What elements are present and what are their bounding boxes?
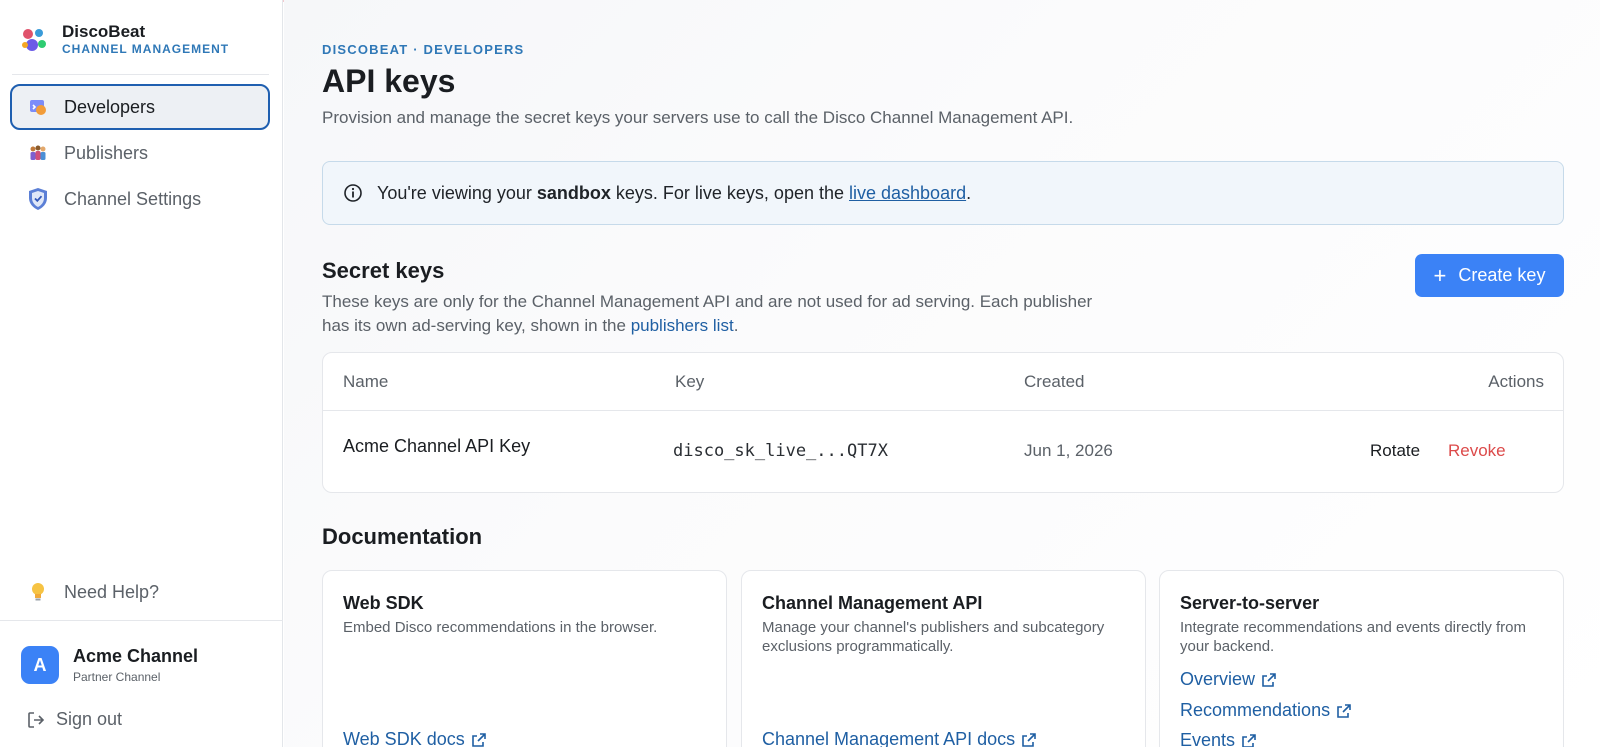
user-role: Partner Channel (73, 670, 161, 684)
key-name: Acme Channel API Key (343, 436, 531, 456)
brand-name: DiscoBeat (62, 22, 146, 41)
overview-link[interactable]: Overview (1180, 669, 1277, 690)
lightbulb-icon (26, 580, 50, 604)
documentation-title: Documentation (322, 524, 483, 549)
external-link-icon (471, 732, 486, 747)
doc-card-description: Embed Disco recommendations in the brows… (343, 619, 658, 636)
doc-card-server-to-server: Server-to-server Integrate recommendatio… (1159, 570, 1564, 747)
info-icon (343, 183, 363, 203)
notice-middle: keys. For live keys, open the (610, 182, 849, 203)
sign-out-button[interactable]: Sign out (26, 709, 122, 730)
avatar: A (21, 646, 59, 684)
page-title: API keys (322, 63, 456, 99)
doc-card-description: Manage your channel's publishers and sub… (762, 619, 1105, 655)
external-link-icon (1022, 732, 1036, 747)
sidebar-item-developers[interactable]: Developers (10, 84, 270, 130)
sidebar-item-publishers[interactable]: Publishers (10, 130, 270, 176)
doc-link-label: Events (1180, 730, 1236, 747)
sidebar: DiscoBeat CHANNEL MANAGEMENT Developers (0, 0, 283, 747)
key-created-date: Jun 1, 2026 (1024, 441, 1113, 460)
doc-link-label: Recommendations (1180, 700, 1331, 720)
key-value: disco_sk_live_...QT7X (673, 441, 888, 461)
events-link[interactable]: Events (1180, 730, 1257, 747)
notice-bold: sandbox (536, 182, 611, 203)
create-key-label: Create key (1458, 265, 1546, 285)
notice-prefix: You're viewing your (377, 182, 537, 203)
secret-keys-table: Name Key Created Actions Acme Channel AP… (322, 352, 1564, 493)
table-header: Name Key Created Actions (323, 353, 1563, 411)
external-link-icon (1337, 703, 1351, 718)
column-header-key: Key (675, 372, 705, 391)
column-header-name: Name (343, 372, 389, 391)
secret-keys-title: Secret keys (322, 258, 445, 283)
people-icon (26, 141, 50, 165)
doc-card-description: Integrate recommendations and events dir… (1180, 619, 1527, 655)
doc-link-label: Overview (1180, 669, 1256, 689)
need-help-link[interactable]: Need Help? (26, 580, 159, 604)
sign-out-icon (28, 711, 45, 728)
channel-management-api-docs-link[interactable]: Channel Management API docs (762, 729, 1037, 747)
external-link-icon (1242, 733, 1256, 747)
discobeat-logo-icon (18, 24, 50, 56)
doc-link-label: Web SDK docs (343, 729, 465, 747)
main-content: DISCOBEAT · DEVELOPERS API keys Provisio… (284, 0, 1600, 747)
doc-card-title: Web SDK (343, 593, 424, 613)
sidebar-item-label: Developers (64, 96, 156, 117)
sidebar-divider (0, 620, 283, 621)
brand-subtitle: CHANNEL MANAGEMENT (62, 42, 230, 56)
sign-out-label: Sign out (56, 709, 123, 729)
revoke-button[interactable]: Revoke (1448, 441, 1506, 461)
column-header-created: Created (1024, 372, 1085, 391)
shield-icon (26, 187, 50, 211)
sidebar-item-channel-settings[interactable]: Channel Settings (10, 176, 270, 222)
page-description: Provision and manage the secret keys you… (322, 108, 1074, 127)
rotate-button[interactable]: Rotate (1370, 441, 1420, 461)
doc-link-label: Channel Management API docs (762, 729, 1016, 747)
create-key-button[interactable]: + Create key (1415, 254, 1564, 297)
external-link-icon (1262, 672, 1276, 687)
recommendations-link[interactable]: Recommendations (1180, 700, 1352, 721)
doc-card-title: Server-to-server (1180, 593, 1320, 613)
sandbox-notice: You're viewing your sandbox keys. For li… (322, 161, 1564, 225)
web-sdk-docs-link[interactable]: Web SDK docs (343, 729, 487, 747)
need-help-label: Need Help? (64, 581, 160, 602)
doc-card-title: Channel Management API (762, 593, 983, 613)
doc-card-web-sdk: Web SDK Embed Disco recommendations in t… (322, 570, 727, 747)
sidebar-item-label: Channel Settings (64, 188, 202, 209)
column-header-actions: Actions (1488, 372, 1544, 391)
developer-icon (26, 95, 50, 119)
brand[interactable]: DiscoBeat CHANNEL MANAGEMENT (18, 22, 229, 57)
user-profile[interactable]: A Acme Channel Partner Channel (21, 645, 198, 685)
user-name: Acme Channel (73, 646, 199, 666)
doc-card-channel-management-api: Channel Management API Manage your chann… (741, 570, 1146, 747)
secret-keys-description: These keys are only for the Channel Mana… (322, 290, 1122, 338)
plus-icon: + (1433, 262, 1447, 288)
brand-divider (12, 74, 269, 75)
sidebar-nav: Developers Publishers Channel Settings (10, 84, 270, 222)
sidebar-item-label: Publishers (64, 142, 149, 163)
publishers-list-link[interactable]: publishers list (631, 316, 734, 335)
breadcrumb: DISCOBEAT · DEVELOPERS (322, 42, 525, 57)
live-dashboard-link[interactable]: live dashboard (849, 183, 966, 203)
notice-suffix: . (966, 182, 972, 203)
secret-keys-description-suffix: . (733, 316, 739, 335)
